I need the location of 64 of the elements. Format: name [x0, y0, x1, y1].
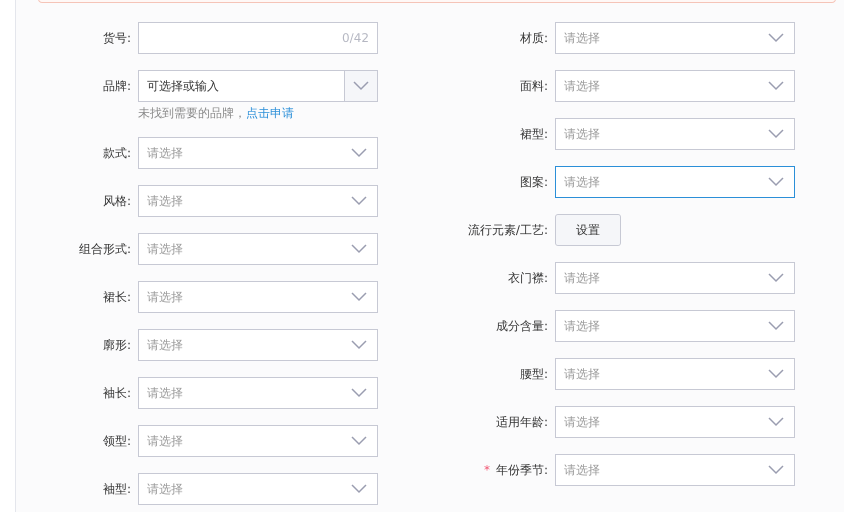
- chevron-down-icon: [351, 148, 367, 158]
- chevron-down-icon: [768, 33, 784, 43]
- chevron-down-icon: [351, 340, 367, 350]
- field-label: 款式:: [102, 144, 131, 162]
- chevron-down-icon: [768, 81, 784, 91]
- chevron-down-icon: [768, 369, 784, 379]
- select-field[interactable]: 请选择: [138, 473, 378, 505]
- select-field[interactable]: 请选择: [555, 406, 795, 438]
- chevron-down-icon: [351, 196, 367, 206]
- field-label: 面料:: [520, 78, 548, 94]
- field-label: 腰型:: [520, 366, 548, 382]
- select-field[interactable]: 请选择: [138, 281, 378, 313]
- settings-button[interactable]: 设置: [555, 214, 621, 246]
- select-field[interactable]: 请选择: [138, 137, 378, 169]
- field-label: 成分含量:: [496, 318, 548, 334]
- select-field[interactable]: 请选择: [138, 185, 378, 217]
- field-label: 风格:: [102, 192, 131, 210]
- chevron-down-icon: [768, 129, 784, 139]
- field-label: 袖长:: [102, 384, 131, 402]
- field-label: 袖型:: [102, 480, 131, 498]
- field-label: 廓形:: [102, 336, 131, 354]
- field-label: 裙长:: [102, 288, 131, 306]
- field-label: 年份季节:: [496, 462, 548, 478]
- dropdown-button[interactable]: [345, 70, 378, 102]
- input-field[interactable]: 0/42: [138, 22, 378, 54]
- help-text: 未找到需要的品牌，: [138, 106, 246, 120]
- select-field[interactable]: 请选择: [555, 22, 795, 54]
- field-label: 衣门襟:: [508, 270, 548, 286]
- field-label: 材质:: [520, 30, 548, 46]
- chevron-down-icon: [768, 273, 784, 283]
- char-counter: 0/42: [342, 31, 369, 45]
- chevron-down-icon: [768, 465, 784, 475]
- field-label: 图案:: [520, 174, 548, 190]
- field-label: 品牌:: [102, 78, 131, 94]
- select-field[interactable]: 请选择: [138, 425, 378, 457]
- field-label: 组合形式:: [78, 240, 131, 258]
- field-label: 货号:: [102, 30, 131, 46]
- select-field[interactable]: 请选择: [555, 166, 795, 198]
- chevron-down-icon: [768, 417, 784, 427]
- select-field[interactable]: 请选择: [555, 118, 795, 150]
- chevron-down-icon: [351, 244, 367, 254]
- select-field[interactable]: 请选择: [555, 454, 795, 486]
- select-field[interactable]: 请选择: [555, 262, 795, 294]
- required-mark: *: [484, 463, 490, 477]
- apply-link[interactable]: 点击申请: [246, 106, 294, 120]
- select-field[interactable]: 请选择: [138, 377, 378, 409]
- select-field[interactable]: 请选择: [555, 310, 795, 342]
- field-label: 适用年龄:: [496, 414, 548, 430]
- combo-placeholder: 可选择或输入: [147, 78, 219, 94]
- chevron-down-icon: [768, 177, 784, 187]
- chevron-down-icon: [768, 321, 784, 331]
- field-label: 裙型:: [520, 126, 548, 142]
- select-field[interactable]: 请选择: [138, 233, 378, 265]
- select-field[interactable]: 请选择: [138, 329, 378, 361]
- combo-field[interactable]: 可选择或输入: [138, 70, 345, 102]
- select-field[interactable]: 请选择: [555, 70, 795, 102]
- chevron-down-icon: [351, 436, 367, 446]
- select-field[interactable]: 请选择: [555, 358, 795, 390]
- chevron-down-icon: [353, 81, 369, 91]
- chevron-down-icon: [351, 292, 367, 302]
- chevron-down-icon: [351, 484, 367, 494]
- field-label: 领型:: [102, 432, 131, 450]
- chevron-down-icon: [351, 388, 367, 398]
- field-label: 流行元素/工艺:: [468, 222, 548, 238]
